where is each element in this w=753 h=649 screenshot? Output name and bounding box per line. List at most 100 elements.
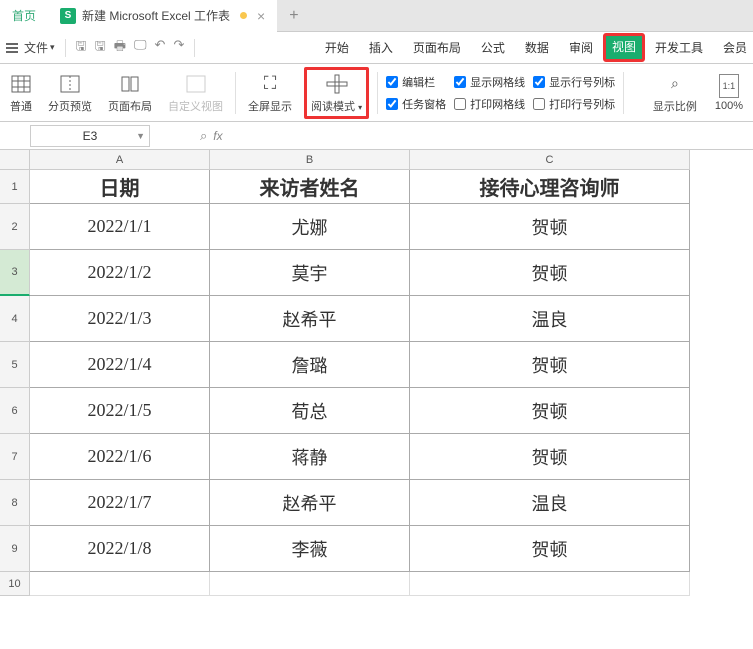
cell[interactable]: 2022/1/2 — [30, 250, 210, 296]
col-header-C[interactable]: C — [410, 150, 690, 170]
fx-icon[interactable]: fx — [213, 129, 222, 143]
row-header[interactable]: 10 — [0, 572, 30, 596]
chk-taskpane-box[interactable] — [386, 98, 398, 110]
chk-showrc-box[interactable] — [533, 76, 545, 88]
col-header-A[interactable]: A — [30, 150, 210, 170]
tab-formula[interactable]: 公式 — [471, 33, 515, 62]
undo-icon[interactable]: ↶ — [155, 37, 166, 59]
chk-printrc[interactable]: 打印行号列标 — [533, 96, 615, 112]
close-tab-icon[interactable]: × — [257, 8, 265, 24]
grid-icon — [11, 72, 31, 96]
cell[interactable]: 荀总 — [210, 388, 410, 434]
view-pagelayout-label: 页面布局 — [108, 98, 152, 114]
print-icon[interactable]: 🖶 — [114, 37, 126, 59]
chk-printgrid[interactable]: 打印网格线 — [454, 96, 525, 112]
row-header[interactable]: 4 — [0, 296, 30, 342]
tab-review[interactable]: 审阅 — [559, 33, 603, 62]
chk-printgrid-label: 打印网格线 — [470, 96, 525, 112]
save-icon[interactable]: 🖫 — [76, 37, 87, 59]
save-as-icon[interactable]: 🖫 — [95, 37, 106, 59]
cell[interactable]: 贺顿 — [410, 388, 690, 434]
cell[interactable]: 贺顿 — [410, 204, 690, 250]
print-preview-icon[interactable]: 🖵 — [134, 37, 147, 59]
col-header-B[interactable]: B — [210, 150, 410, 170]
cell[interactable] — [210, 572, 410, 596]
cell[interactable]: 2022/1/8 — [30, 526, 210, 572]
chk-showgrid[interactable]: 显示网格线 — [454, 74, 525, 90]
cell[interactable]: 2022/1/5 — [30, 388, 210, 434]
chk-showgrid-label: 显示网格线 — [470, 74, 525, 90]
cell[interactable]: 来访者姓名 — [210, 170, 410, 204]
separator — [65, 39, 66, 57]
new-tab-button[interactable]: + — [277, 0, 310, 32]
cell[interactable]: 贺顿 — [410, 250, 690, 296]
chk-editbar[interactable]: 编辑栏 — [386, 74, 446, 90]
tab-member[interactable]: 会员 — [713, 33, 747, 62]
tab-start[interactable]: 开始 — [315, 33, 359, 62]
cell[interactable]: 赵希平 — [210, 480, 410, 526]
cell[interactable]: 贺顿 — [410, 342, 690, 388]
table-row: 82022/1/7赵希平温良 — [0, 480, 753, 526]
table-row: 22022/1/1尤娜贺顿 — [0, 204, 753, 250]
cell[interactable]: 2022/1/3 — [30, 296, 210, 342]
chk-printgrid-box[interactable] — [454, 98, 466, 110]
tab-data[interactable]: 数据 — [515, 33, 559, 62]
chk-printrc-box[interactable] — [533, 98, 545, 110]
view-readmode[interactable]: 阅读模式 ▾ — [304, 67, 369, 119]
row-header[interactable]: 7 — [0, 434, 30, 480]
cell[interactable]: 李薇 — [210, 526, 410, 572]
cell[interactable] — [30, 572, 210, 596]
tab-layout[interactable]: 页面布局 — [403, 33, 471, 62]
cell[interactable]: 尤娜 — [210, 204, 410, 250]
redo-icon[interactable]: ↷ — [173, 37, 184, 59]
separator — [623, 72, 624, 114]
cell[interactable]: 接待心理咨询师 — [410, 170, 690, 204]
view-pagebreak[interactable]: 分页预览 — [44, 72, 96, 114]
tab-home[interactable]: 首页 — [0, 0, 48, 32]
row-header[interactable]: 6 — [0, 388, 30, 434]
cell[interactable]: 莫宇 — [210, 250, 410, 296]
cell[interactable]: 贺顿 — [410, 526, 690, 572]
chk-taskpane[interactable]: 任务窗格 — [386, 96, 446, 112]
column-headers: A B C — [0, 150, 753, 170]
cell[interactable]: 赵希平 — [210, 296, 410, 342]
checkbox-group-1: 编辑栏 任务窗格 — [386, 74, 446, 112]
row-header[interactable]: 2 — [0, 204, 30, 250]
chk-editbar-box[interactable] — [386, 76, 398, 88]
chk-showrc[interactable]: 显示行号列标 — [533, 74, 615, 90]
view-normal[interactable]: 普通 — [6, 72, 36, 114]
name-box[interactable]: E3 ▼ — [30, 125, 150, 147]
hamburger-icon[interactable] — [6, 43, 18, 53]
cell[interactable]: 2022/1/7 — [30, 480, 210, 526]
row-header[interactable]: 1 — [0, 170, 30, 204]
chevron-down-icon[interactable]: ▼ — [136, 131, 145, 141]
cell[interactable]: 温良 — [410, 480, 690, 526]
search-icon[interactable]: ⌕ — [200, 128, 207, 144]
cell[interactable]: 2022/1/1 — [30, 204, 210, 250]
cell[interactable]: 蒋静 — [210, 434, 410, 480]
zoom-100[interactable]: 1:1 100% — [711, 74, 747, 112]
view-fullscreen[interactable]: ⛶ 全屏显示 — [244, 72, 296, 114]
menu-tabs: 开始 插入 页面布局 公式 数据 审阅 视图 开发工具 会员 — [315, 33, 747, 62]
row-header[interactable]: 9 — [0, 526, 30, 572]
view-pagelayout[interactable]: 页面布局 — [104, 72, 156, 114]
row-area: 1日期来访者姓名接待心理咨询师22022/1/1尤娜贺顿32022/1/2莫宇贺… — [0, 170, 753, 596]
cell[interactable]: 日期 — [30, 170, 210, 204]
row-header[interactable]: 8 — [0, 480, 30, 526]
tab-dev[interactable]: 开发工具 — [645, 33, 713, 62]
row-header[interactable]: 5 — [0, 342, 30, 388]
select-all-corner[interactable] — [0, 150, 30, 170]
file-menu[interactable]: 文件▾ — [24, 39, 55, 56]
tab-view[interactable]: 视图 — [603, 33, 645, 62]
zoom-ratio[interactable]: ⌕ 显示比例 — [649, 72, 701, 114]
tab-document[interactable]: S 新建 Microsoft Excel 工作表 × — [48, 0, 277, 32]
cell[interactable]: 贺顿 — [410, 434, 690, 480]
tab-insert[interactable]: 插入 — [359, 33, 403, 62]
cell[interactable]: 温良 — [410, 296, 690, 342]
cell[interactable]: 2022/1/4 — [30, 342, 210, 388]
chk-showgrid-box[interactable] — [454, 76, 466, 88]
cell[interactable] — [410, 572, 690, 596]
cell[interactable]: 詹璐 — [210, 342, 410, 388]
cell[interactable]: 2022/1/6 — [30, 434, 210, 480]
row-header[interactable]: 3 — [0, 250, 30, 296]
